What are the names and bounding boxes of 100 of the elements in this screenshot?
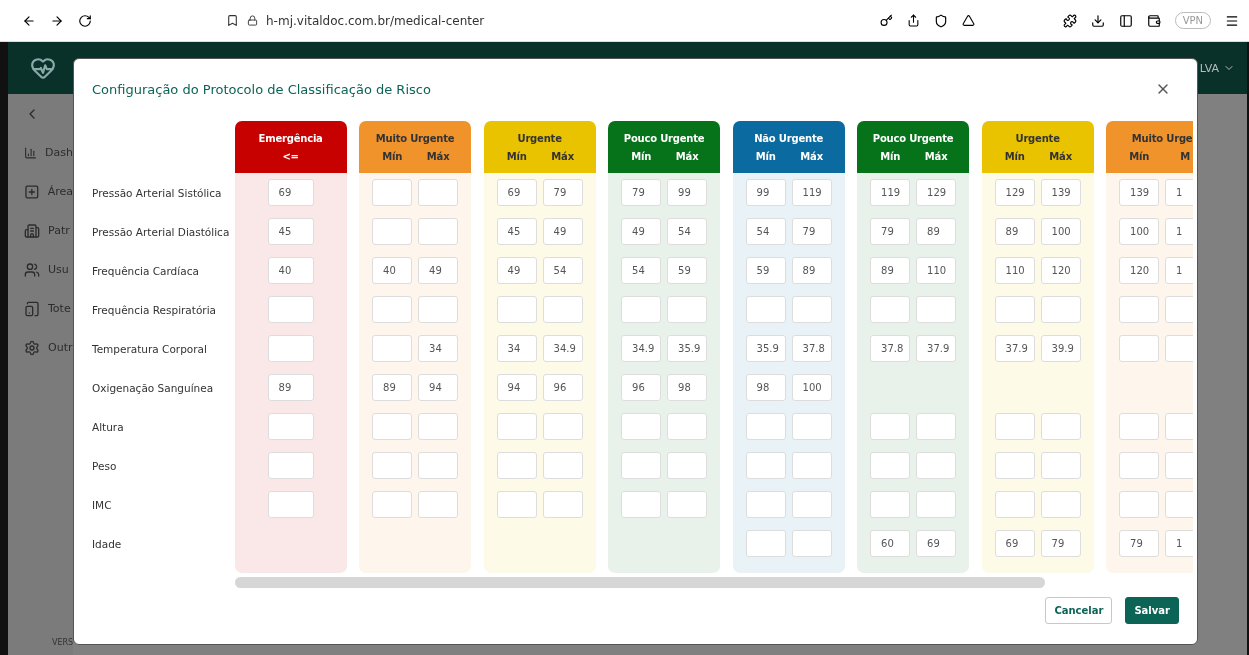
value-field[interactable]: 99 [745,179,786,206]
value-field[interactable]: 119 [791,179,832,206]
key-icon[interactable] [879,14,893,27]
value-field[interactable]: 100 [791,374,832,401]
value-field[interactable] [791,491,832,518]
value-field[interactable] [994,413,1035,440]
value-field[interactable]: 79 [542,179,583,206]
value-field[interactable] [745,296,786,323]
value-field[interactable]: 1 [1165,218,1193,245]
value-field[interactable]: 1 [1165,179,1193,206]
download-icon[interactable] [1090,13,1105,28]
value-field[interactable]: 37.9 [916,335,957,362]
forward-icon[interactable] [50,13,64,28]
value-field[interactable]: 99 [667,179,708,206]
value-field[interactable] [1119,296,1160,323]
puzzle-icon[interactable] [1062,13,1077,28]
value-field[interactable] [994,452,1035,479]
value-field[interactable] [1119,452,1160,479]
value-field[interactable]: 49 [542,218,583,245]
value-field[interactable]: 94 [418,374,459,401]
value-field[interactable] [791,530,832,557]
value-field[interactable]: 120 [1119,257,1160,284]
value-field[interactable]: 54 [745,218,786,245]
value-field[interactable]: 129 [916,179,957,206]
value-field[interactable] [1165,296,1193,323]
address-url[interactable]: h-mj.vitaldoc.com.br/medical-center [266,13,485,28]
value-field[interactable] [1165,491,1193,518]
value-field[interactable]: 100 [1040,218,1081,245]
value-field[interactable] [267,296,314,323]
value-field[interactable] [916,413,957,440]
value-field[interactable] [916,452,957,479]
value-field[interactable] [667,452,708,479]
value-field[interactable]: 54 [667,218,708,245]
value-field[interactable]: 34.9 [542,335,583,362]
user-name[interactable]: LVA [1199,61,1219,75]
value-field[interactable] [745,491,786,518]
value-field[interactable] [542,452,583,479]
value-field[interactable]: 79 [791,218,832,245]
value-field[interactable]: 119 [870,179,911,206]
value-field[interactable] [870,491,911,518]
value-field[interactable] [667,413,708,440]
value-field[interactable]: 69 [994,530,1035,557]
shield-icon[interactable] [933,13,948,28]
value-field[interactable] [916,296,957,323]
value-field[interactable] [496,296,537,323]
value-field[interactable]: 110 [916,257,957,284]
value-field[interactable]: 129 [994,179,1035,206]
plus-icon[interactable] [24,183,40,200]
value-field[interactable] [542,491,583,518]
value-field[interactable] [745,530,786,557]
menu-icon[interactable] [1225,13,1239,28]
gear-icon[interactable] [24,339,40,356]
value-field[interactable]: 120 [1040,257,1081,284]
value-field[interactable] [418,296,459,323]
value-field[interactable]: 89 [791,257,832,284]
value-field[interactable]: 35.9 [745,335,786,362]
value-field[interactable] [621,413,662,440]
value-field[interactable]: 139 [1040,179,1081,206]
value-field[interactable] [745,413,786,440]
bookmark-icon[interactable] [226,14,239,27]
value-field[interactable]: 79 [1040,530,1081,557]
value-field[interactable]: 1 [1165,257,1193,284]
value-field[interactable]: 96 [621,374,662,401]
value-field[interactable] [1040,413,1081,440]
value-field[interactable] [372,179,413,206]
value-field[interactable]: 79 [870,218,911,245]
value-field[interactable]: 98 [745,374,786,401]
value-field[interactable] [621,491,662,518]
value-field[interactable] [372,413,413,440]
value-field[interactable] [1119,335,1160,362]
value-field[interactable] [267,335,314,362]
value-field[interactable] [372,491,413,518]
value-field[interactable]: 89 [870,257,911,284]
value-field[interactable]: 37.9 [994,335,1035,362]
value-field[interactable]: 49 [496,257,537,284]
value-field[interactable] [542,413,583,440]
value-field[interactable] [667,491,708,518]
value-field[interactable] [791,452,832,479]
value-field[interactable]: 100 [1119,218,1160,245]
value-field[interactable] [870,413,911,440]
share-icon[interactable] [906,14,920,27]
users-icon[interactable] [24,261,40,278]
scrollbar-thumb[interactable] [234,577,1045,588]
save-button[interactable]: Salvar [1125,597,1179,624]
value-field[interactable]: 59 [667,257,708,284]
value-field[interactable] [1040,452,1081,479]
value-field[interactable]: 139 [1119,179,1160,206]
value-field[interactable] [372,452,413,479]
value-field[interactable]: 40 [267,257,314,284]
value-field[interactable] [267,452,314,479]
chart-icon[interactable] [24,144,38,161]
value-field[interactable]: 89 [372,374,413,401]
value-field[interactable]: 96 [542,374,583,401]
value-field[interactable]: 37.8 [791,335,832,362]
value-field[interactable]: 49 [621,218,662,245]
value-field[interactable]: 69 [496,179,537,206]
value-field[interactable]: 34 [418,335,459,362]
value-field[interactable]: 59 [745,257,786,284]
value-field[interactable]: 89 [267,374,314,401]
value-field[interactable] [418,452,459,479]
